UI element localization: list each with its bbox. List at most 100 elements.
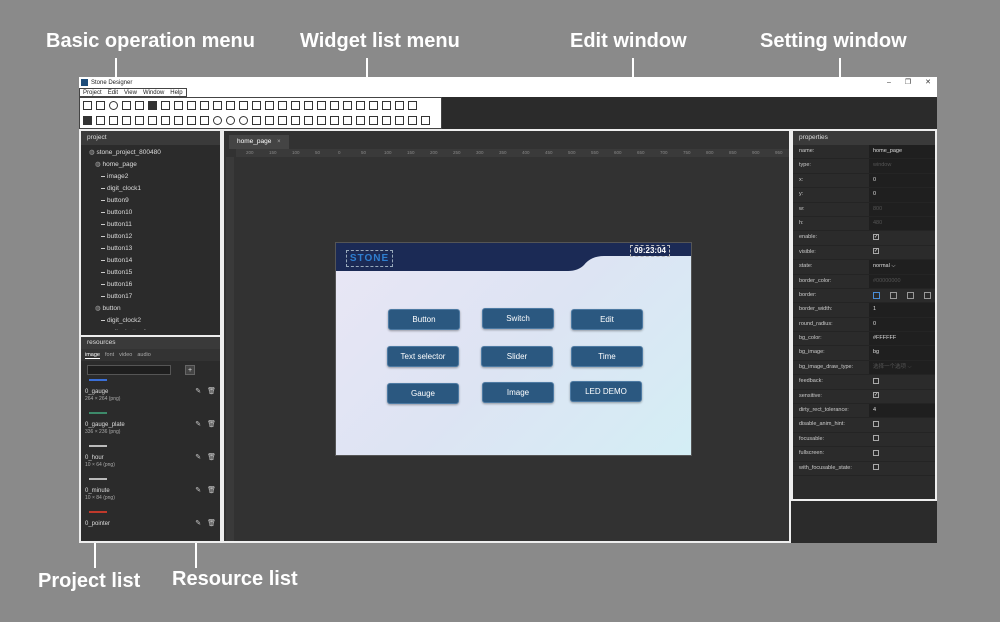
tree-item[interactable]: button13 [81,243,220,255]
toolbar-widget-icon[interactable] [122,101,131,110]
menu-window[interactable]: Window [143,90,164,96]
toolbar-widget-icon[interactable] [356,101,365,110]
delete-icon[interactable]: 🗑 [207,519,216,527]
toolbar-tool-icon[interactable] [239,116,248,125]
tree-item[interactable]: image2 [81,171,220,183]
toolbar-widget-icon[interactable] [343,101,352,110]
toolbar-widget-icon[interactable] [96,101,105,110]
tree-item[interactable]: button11 [81,219,220,231]
tree-item[interactable]: button15 [81,267,220,279]
resource-item[interactable]: 0_minute 10 × 84 (png) ✎ 🗑 [81,478,220,511]
digit-clock[interactable]: 09:23:04 [629,245,670,257]
checkbox[interactable] [873,377,879,384]
rename-icon[interactable]: ✎ [195,387,201,395]
toolbar-widget-icon[interactable] [148,101,157,110]
delete-icon[interactable]: 🗑 [207,486,216,494]
toolbar-tool-icon[interactable] [317,116,326,125]
toolbar-tool-icon[interactable] [395,116,404,125]
toolbar-widget-icon[interactable] [382,101,391,110]
toolbar-tool-icon[interactable] [278,116,287,125]
property-checkbox[interactable] [869,375,935,388]
toolbar-widget-icon[interactable] [213,101,222,110]
toolbar-widget-icon[interactable] [200,101,209,110]
checkbox[interactable] [873,435,879,442]
border-style-picker[interactable] [869,289,935,302]
toolbar-tool-icon[interactable] [187,116,196,125]
toolbar-tool-icon[interactable] [330,116,339,125]
tree-item[interactable]: ◍ home_page [81,159,220,171]
property-checkbox[interactable] [869,462,935,475]
toolbar-tool-icon[interactable] [96,116,105,125]
rename-icon[interactable]: ✎ [195,453,201,461]
widget-slider[interactable]: Slider [481,346,553,367]
toolbar-widget-icon[interactable] [395,101,404,110]
toolbar-widget-icon[interactable] [304,101,313,110]
property-checkbox[interactable] [869,433,935,446]
widget-image[interactable]: Image [482,382,554,403]
toolbar-tool-icon[interactable] [265,116,274,125]
widget-gauge[interactable]: Gauge [387,383,459,404]
tab-font[interactable]: font [105,352,114,358]
toolbar-tool-icon[interactable] [161,116,170,125]
toolbar-widget-icon[interactable] [239,101,248,110]
toolbar-tool-icon[interactable] [83,116,92,125]
property-checkbox[interactable] [869,447,935,460]
widget-time[interactable]: Time [571,346,643,367]
toolbar-tool-icon[interactable] [122,116,131,125]
toolbar-tool-icon[interactable] [408,116,417,125]
delete-icon[interactable]: 🗑 [207,420,216,428]
border-swatch[interactable] [873,291,880,299]
resource-item[interactable]: 0_gauge 264 × 264 (png) ✎ 🗑 [81,379,220,412]
add-resource-button[interactable]: + [185,365,195,375]
toolbar-tool-icon[interactable] [369,116,378,125]
tree-item[interactable]: button12 [81,231,220,243]
checkbox[interactable] [873,464,879,471]
toolbar-widget-icon[interactable] [408,101,417,110]
toolbar-widget-icon[interactable] [252,101,261,110]
delete-icon[interactable]: 🗑 [207,387,216,395]
toolbar-widget-icon[interactable] [109,101,118,110]
property-value[interactable]: 0 [869,188,935,202]
property-value[interactable]: 0 [869,317,935,332]
resource-search-input[interactable] [87,365,171,375]
tree-item[interactable]: digit_clock2 [81,315,220,327]
resource-item[interactable]: 0_gauge_plate 336 × 236 (png) ✎ 🗑 [81,412,220,445]
tab-close-icon[interactable]: × [277,139,281,145]
toolbar-widget-icon[interactable] [265,101,274,110]
property-value[interactable]: #FFFFFF [869,332,935,346]
widget-edit[interactable]: Edit [571,309,643,330]
tree-item[interactable]: button17 [81,291,220,303]
widget-switch[interactable]: Switch [482,308,554,329]
resource-item[interactable]: 0_hour 10 × 64 (png) ✎ 🗑 [81,445,220,478]
menu-edit[interactable]: Edit [108,90,118,96]
toolbar-tool-icon[interactable] [148,116,157,125]
property-value[interactable]: bg [869,346,935,360]
toolbar-tool-icon[interactable] [200,116,209,125]
property-value[interactable]: #00000000 [869,274,935,288]
checkbox[interactable] [873,449,879,456]
border-swatch[interactable] [907,291,914,299]
delete-icon[interactable]: 🗑 [207,453,216,461]
property-value[interactable]: 选择一个选项 ⌵ [869,360,935,375]
widget-text-selector[interactable]: Text selector [387,346,459,367]
toolbar-tool-icon[interactable] [109,116,118,125]
tree-item[interactable]: ◍ button [81,303,220,315]
toolbar-widget-icon[interactable] [369,101,378,110]
toolbar-tool-icon[interactable] [135,116,144,125]
tab-image[interactable]: image [85,352,100,359]
toolbar-widget-icon[interactable] [187,101,196,110]
property-checkbox[interactable] [869,418,935,431]
checkbox[interactable]: ✓ [873,392,879,399]
toolbar-tool-icon[interactable] [356,116,365,125]
design-canvas[interactable]: STONE 09:23:04 Button Switch Edit Text s… [335,242,692,456]
toolbar-widget-icon[interactable] [317,101,326,110]
property-checkbox[interactable]: ✓ [869,246,935,259]
property-select[interactable]: normal ⌵ [869,260,935,274]
property-value[interactable]: 800 [869,202,935,216]
tree-item[interactable]: radio_button1 [81,327,220,330]
property-value[interactable]: 1 [869,303,935,317]
toolbar-tool-icon[interactable] [382,116,391,125]
toolbar-tool-icon[interactable] [213,116,222,125]
property-value[interactable]: home_page [869,145,935,159]
toolbar-tool-icon[interactable] [421,116,430,125]
